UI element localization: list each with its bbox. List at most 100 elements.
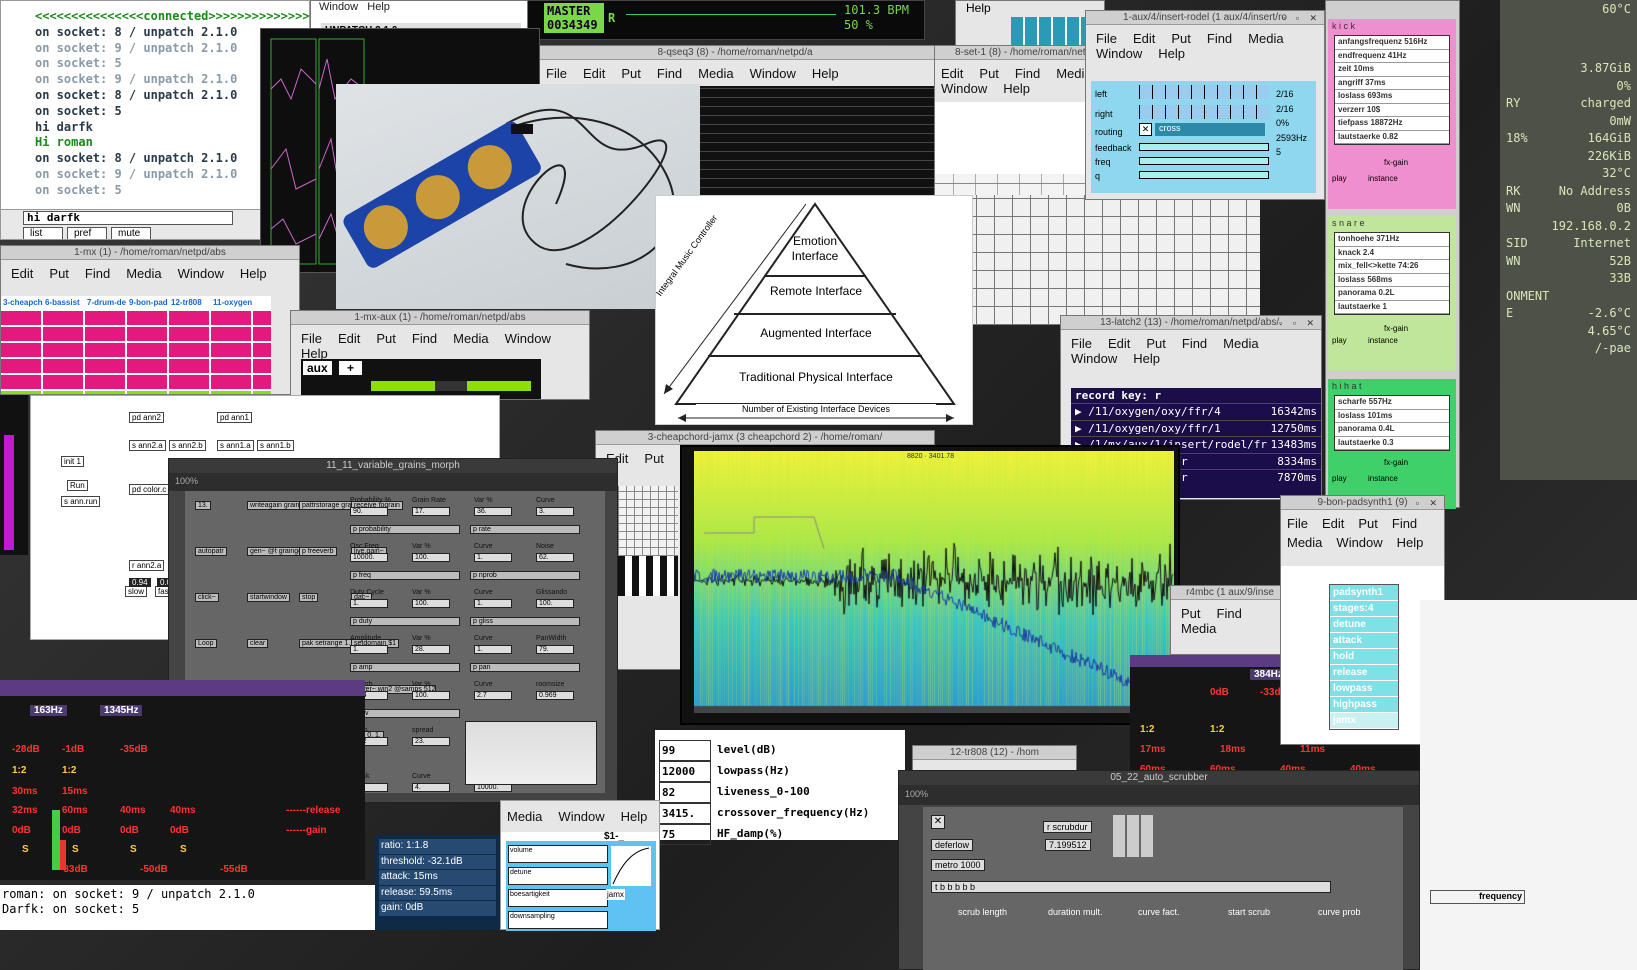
drum-param[interactable]: tiefpass 18872Hz xyxy=(1335,117,1449,131)
grains-number[interactable]: 36. xyxy=(474,507,512,516)
patch-object[interactable]: slow xyxy=(125,586,147,597)
aux-tab[interactable]: aux xyxy=(303,361,332,375)
snare-instance[interactable]: instance xyxy=(1368,336,1398,345)
piano-keys[interactable] xyxy=(618,556,678,596)
console-mute-button[interactable]: mute xyxy=(111,227,151,240)
menu-put[interactable]: Put xyxy=(1358,516,1378,531)
latch-row[interactable]: ▶ /11/oxygen/oxy/ffr/1 12750ms xyxy=(1071,420,1321,437)
latch-row[interactable]: ▶ /11/oxygen/oxy/ffr/4 16342ms xyxy=(1071,403,1321,420)
hihat-instance[interactable]: instance xyxy=(1368,474,1398,483)
menu-put[interactable]: Put xyxy=(1181,606,1201,621)
menu-window[interactable]: Window xyxy=(178,266,224,281)
pad-param[interactable]: release xyxy=(1330,665,1398,681)
snare-play[interactable]: play xyxy=(1332,336,1347,345)
kick-instance[interactable]: instance xyxy=(1368,174,1398,183)
grains-number[interactable]: 100. xyxy=(412,691,450,700)
drum-param[interactable]: mix_fell<>kette 74:26 xyxy=(1335,260,1449,274)
param-row[interactable]: 75 HF_damp(%) xyxy=(659,824,901,845)
menu-media[interactable]: Media xyxy=(1181,621,1216,636)
scrub-object[interactable]: t b b b b b xyxy=(931,881,1331,893)
drum-param[interactable]: knack 2.4 xyxy=(1335,247,1449,261)
grains-object[interactable]: writeagain grains xyxy=(247,501,306,510)
grains-object[interactable]: autopatr xyxy=(195,547,227,556)
menu-help[interactable]: Help xyxy=(240,266,267,281)
grains-object[interactable]: stop xyxy=(299,593,318,602)
pad-param[interactable]: padsynth1 xyxy=(1330,585,1398,601)
frequency-field[interactable]: frequency xyxy=(1430,890,1525,904)
drum-param[interactable]: anfangsfrequenz 516Hz xyxy=(1335,36,1449,50)
menu-put[interactable]: Put xyxy=(376,331,396,346)
scrub-object[interactable]: deferlow xyxy=(931,839,973,851)
patch-object[interactable]: s ann1.a xyxy=(217,440,254,451)
menu-media[interactable]: Media xyxy=(1287,535,1322,550)
param-row[interactable]: 3415. crossover_frequency(Hz) xyxy=(659,803,901,824)
grains-number[interactable]: 10000. xyxy=(350,553,388,562)
menu-window[interactable]: Window xyxy=(1071,351,1117,366)
param-row[interactable]: 12000 lowpass(Hz) xyxy=(659,761,901,782)
grains-sub[interactable]: p rev xyxy=(350,709,460,718)
patch-number[interactable]: 0.94 xyxy=(129,578,151,587)
patch-object[interactable]: r ann2.a xyxy=(129,560,164,571)
menu-put[interactable]: Put xyxy=(979,66,999,81)
menu-media[interactable]: Media xyxy=(698,66,733,81)
pad-param[interactable]: hold xyxy=(1330,649,1398,665)
grains-number[interactable]: 1. xyxy=(474,645,512,654)
menu-put[interactable]: Put xyxy=(1146,336,1166,351)
grains-sub[interactable]: p amp xyxy=(350,663,460,672)
pad-param[interactable]: stages:4 xyxy=(1330,601,1398,617)
menu-find[interactable]: Find xyxy=(1392,516,1417,531)
drum-param[interactable]: panorama 0.2L xyxy=(1335,287,1449,301)
patch-object[interactable]: Run xyxy=(67,480,88,491)
menu-put[interactable]: Put xyxy=(644,451,664,466)
menu-put[interactable]: Put xyxy=(621,66,641,81)
grains-number[interactable]: 3. xyxy=(536,507,574,516)
vol-item[interactable]: downsampling xyxy=(508,911,608,929)
grains-zoom[interactable]: 100% xyxy=(169,473,617,491)
menu-help[interactable]: Help xyxy=(1158,46,1185,61)
drum-param[interactable]: zeit 10ms xyxy=(1335,63,1449,77)
grains-sub[interactable]: p gliss xyxy=(470,617,580,626)
param-value[interactable]: 99 xyxy=(659,740,711,761)
patch-object[interactable]: pd ann1 xyxy=(217,412,252,423)
menu-window[interactable]: Window xyxy=(750,66,796,81)
chat-input[interactable]: hi darfk xyxy=(23,211,233,225)
grains-number[interactable]: 4. xyxy=(412,783,450,792)
patch-object[interactable]: pd color.c xyxy=(129,484,169,495)
menu-find[interactable]: Find xyxy=(85,266,110,281)
pad-param[interactable]: lowpass xyxy=(1330,681,1398,697)
hihat-fx-gain[interactable]: fx-gain xyxy=(1384,458,1408,467)
grains-number[interactable]: 1. xyxy=(350,645,388,654)
drum-param[interactable]: endfrequenz 41Hz xyxy=(1335,50,1449,64)
grains-number[interactable]: 62. xyxy=(536,553,574,562)
drum-param[interactable]: lautstaerke 1 xyxy=(1335,301,1449,315)
patch-object[interactable]: s ann2.a xyxy=(129,440,166,451)
drum-param[interactable]: tonhoehe 371Hz xyxy=(1335,233,1449,247)
vol-item[interactable]: boesartigkeit xyxy=(508,889,608,907)
menu-media[interactable]: Media xyxy=(1248,31,1283,46)
menu-find[interactable]: Find xyxy=(1015,66,1040,81)
mx-track-name[interactable]: 7-drum-de xyxy=(87,298,127,307)
param-value[interactable]: 12000 xyxy=(659,761,711,782)
menu-help[interactable]: Help xyxy=(1003,81,1030,96)
vol-item[interactable]: detune xyxy=(508,867,608,885)
menu-edit[interactable]: Edit xyxy=(583,66,605,81)
q-slider[interactable] xyxy=(1139,171,1269,179)
grains-object[interactable]: startwindow xyxy=(247,593,290,602)
menu-help[interactable]: Help xyxy=(621,809,648,824)
vol-item[interactable]: volume xyxy=(508,845,608,863)
menu-file[interactable]: File xyxy=(301,331,322,346)
patch-object[interactable]: s ann2.b xyxy=(169,440,206,451)
scrub-object[interactable]: r scrubdur xyxy=(1043,821,1092,833)
grains-number[interactable]: 100. xyxy=(412,553,450,562)
grains-sub[interactable]: p freq xyxy=(350,571,460,580)
menu-edit[interactable]: Edit xyxy=(338,331,360,346)
pad-param[interactable]: highpass xyxy=(1330,697,1398,713)
menu-edit[interactable]: Edit xyxy=(941,66,963,81)
grains-sub[interactable]: p rate xyxy=(470,525,580,534)
console-pref-button[interactable]: pref xyxy=(67,227,107,240)
mx-track-name[interactable]: 12-tr808 xyxy=(171,298,211,307)
patch-object[interactable]: init 1 xyxy=(61,456,84,467)
drum-param[interactable]: loslass 568ms xyxy=(1335,274,1449,288)
mx-track-name[interactable]: 3-cheapch xyxy=(3,298,43,307)
menu-edit[interactable]: Edit xyxy=(1322,516,1344,531)
